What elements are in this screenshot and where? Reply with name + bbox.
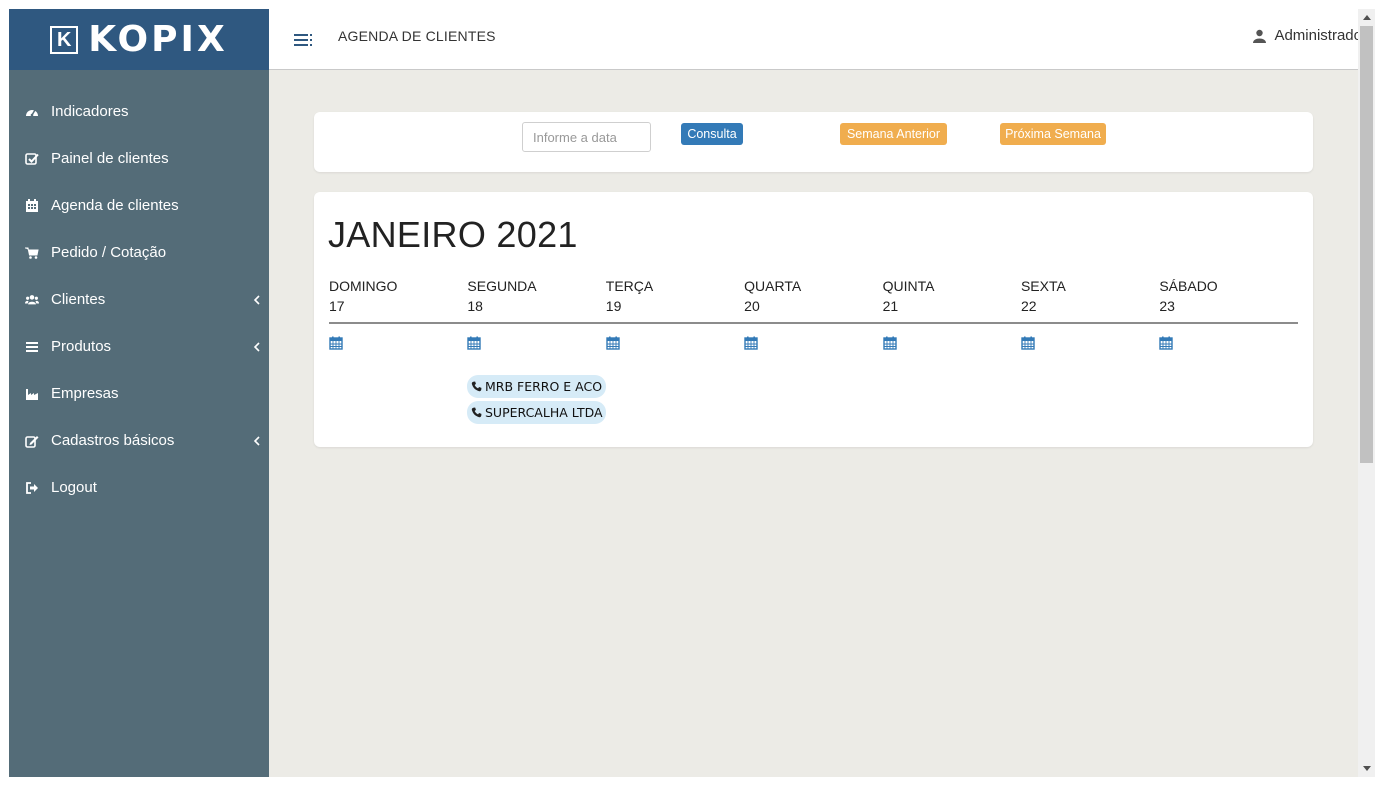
day-name: QUARTA [744,278,802,294]
sidebar-item-label: Pedido / Cotação [51,244,167,261]
phone-icon [471,381,482,392]
day-column-domingo: DOMINGO 17 [329,278,467,318]
day-name: SÁBADO [1159,278,1218,294]
add-appointment-calendar-icon[interactable] [744,336,758,350]
topbar: AGENDA DE CLIENTES Administrador [269,9,1375,70]
week-divider [329,322,1298,324]
page-title: AGENDA DE CLIENTES [338,28,496,44]
day-number: 21 [882,298,899,314]
add-event-row [329,336,1298,355]
sidebar-item-label: Logout [51,479,97,496]
date-input[interactable] [522,122,651,152]
week-header: DOMINGO 17 SEGUNDA 18 TERÇA 19 QUARTA 20… [329,278,1298,318]
chevron-left-icon [253,341,260,352]
day-column-quinta: QUINTA 21 [883,278,1021,318]
industry-icon [25,387,39,401]
day-name: DOMINGO [329,278,398,294]
add-appointment-calendar-icon[interactable] [1021,336,1035,350]
user-menu[interactable]: Administrador [1253,27,1367,44]
users-icon [25,293,39,307]
dashboard-icon [25,105,39,119]
search-panel: Consulta Semana Anterior Próxima Semana [314,112,1313,172]
day-name: TERÇA [605,278,654,294]
logo-text: KOPIX [88,18,228,60]
sidebar-item-logout[interactable]: Logout [9,464,269,511]
sidebar-item-clientes[interactable]: Clientes [9,276,269,323]
day-number: 22 [1020,298,1037,314]
day-column-sexta: SEXTA 22 [1021,278,1159,318]
sidebar-item-label: Cadastros básicos [51,432,175,449]
chevron-left-icon [253,435,260,446]
sign-out-icon [25,481,39,495]
sidebar-item-agenda-de-clientes[interactable]: Agenda de clientes [9,182,269,229]
sidebar-menu: Indicadores Painel de clientes Agenda de… [9,70,269,511]
add-appointment-calendar-icon[interactable] [1159,336,1174,350]
add-appointment-calendar-icon[interactable] [606,336,620,350]
user-icon [1253,29,1267,43]
sidebar-item-indicadores[interactable]: Indicadores [9,88,269,135]
list-icon [25,340,39,354]
sidebar-item-label: Clientes [51,291,106,308]
day-column-quarta: QUARTA 20 [744,278,882,318]
month-title: JANEIRO 2021 [328,214,578,255]
sidebar-item-label: Painel de clientes [51,150,169,167]
day-number: 17 [329,298,345,314]
sidebar-item-label: Empresas [51,385,119,402]
chevron-left-icon [253,294,260,305]
scroll-thumb[interactable] [1360,26,1373,463]
sidebar-item-label: Agenda de clientes [51,197,179,214]
appointment-item[interactable]: SUPERCALHA LTDA [467,401,606,424]
sidebar-item-cadastros-basicos[interactable]: Cadastros básicos [9,417,269,464]
sidebar-item-label: Indicadores [51,103,129,120]
sidebar: K KOPIX Indicadores Painel de clientes A… [9,9,269,777]
sidebar-item-empresas[interactable]: Empresas [9,370,269,417]
add-appointment-calendar-icon[interactable] [467,336,482,350]
day-column-segunda: SEGUNDA 18 [467,278,605,318]
appointment-label: MRB FERRO E ACO L [485,379,606,394]
previous-week-button[interactable]: Semana Anterior [840,123,947,145]
day-number: 23 [1159,298,1175,314]
events-segunda: MRB FERRO E ACO L SUPERCALHA LTDA [467,375,606,427]
logo-mark: K [50,25,79,54]
consulta-button[interactable]: Consulta [681,123,743,145]
appointment-item[interactable]: MRB FERRO E ACO L [467,375,606,398]
scroll-down-arrow-icon[interactable] [1358,760,1375,777]
day-column-terca: TERÇA 19 [606,278,744,318]
day-name: SEXTA [1020,278,1066,294]
phone-icon [471,407,482,418]
cart-icon [25,246,39,260]
appointment-label: SUPERCALHA LTDA [485,405,603,420]
day-column-sabado: SÁBADO 23 [1159,278,1297,318]
brand-header: K KOPIX [9,9,269,70]
sidebar-item-label: Produtos [51,338,112,355]
day-name: QUINTA [882,278,935,294]
calendar-icon [25,198,39,213]
sidebar-item-produtos[interactable]: Produtos [9,323,269,370]
day-number: 19 [605,298,622,314]
day-number: 18 [467,298,483,314]
sidebar-item-painel-de-clientes[interactable]: Painel de clientes [9,135,269,182]
vertical-scrollbar[interactable] [1358,9,1375,777]
sidebar-item-pedido-cotacao[interactable]: Pedido / Cotação [9,229,269,276]
logo[interactable]: K KOPIX [50,18,228,60]
edit-icon [25,434,39,448]
calendar-panel: JANEIRO 2021 DOMINGO 17 SEGUNDA 18 TERÇA… [314,192,1313,447]
day-name: SEGUNDA [467,278,537,294]
app-window: K KOPIX Indicadores Painel de clientes A… [9,9,1375,777]
menu-toggle-icon[interactable] [294,33,314,47]
day-number: 20 [744,298,760,314]
scroll-up-arrow-icon[interactable] [1358,9,1375,26]
next-week-button[interactable]: Próxima Semana [1000,123,1106,145]
check-square-icon [25,152,39,166]
add-appointment-calendar-icon[interactable] [882,336,897,350]
add-appointment-calendar-icon[interactable] [329,336,343,350]
user-name: Administrador [1274,27,1367,44]
